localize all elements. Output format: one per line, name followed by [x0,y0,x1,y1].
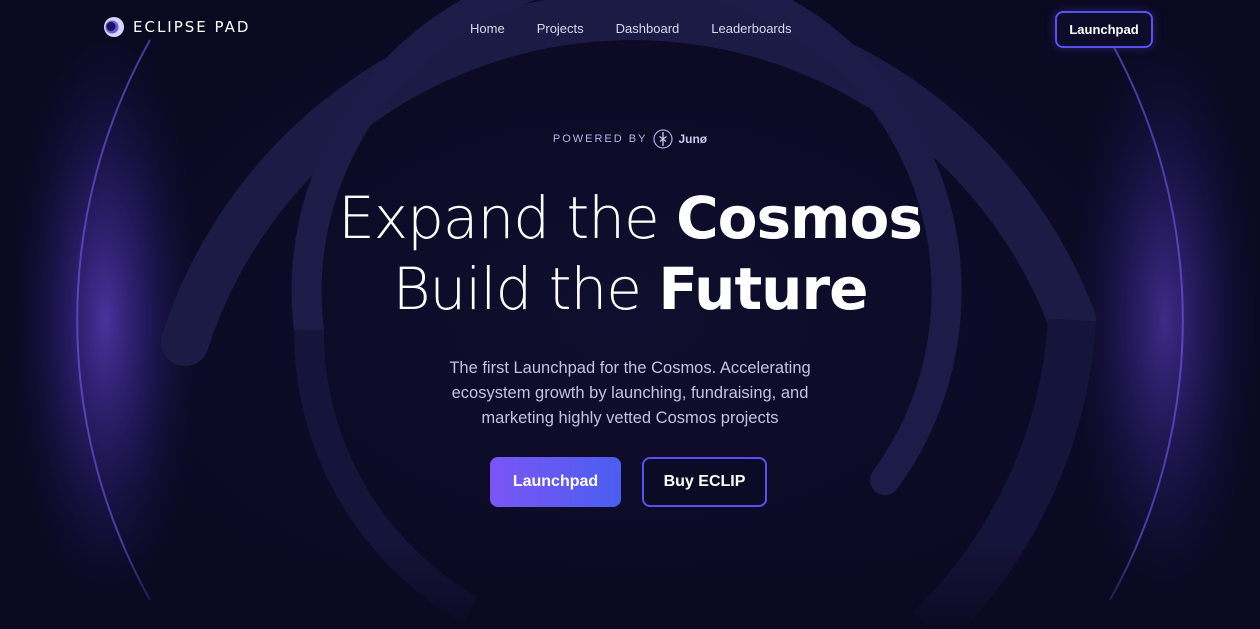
juno-name: Junø [678,132,708,146]
buy-eclip-button[interactable]: Buy ECLIP [642,457,767,507]
nav-dashboard[interactable]: Dashboard [616,21,680,36]
headline-line-1-light: Expand the [338,184,677,252]
brand-logo[interactable]: ECLIPSE PAD [103,16,250,38]
main-nav: Home Projects Dashboard Leaderboards [470,21,792,36]
juno-badge[interactable]: Junø [653,129,707,149]
nav-home[interactable]: Home [470,21,505,36]
nav-projects[interactable]: Projects [537,21,584,36]
headline-line-2-bold: Future [658,255,868,323]
powered-by-label: POWERED BY [552,133,648,145]
hero-subtitle: The first Launchpad for the Cosmos. Acce… [0,356,1260,431]
nav-launchpad-button[interactable]: Launchpad [1055,11,1153,48]
headline-line-2: Build the Future [0,260,1260,318]
eclipse-logo-icon [104,17,124,37]
headline-line-1-bold: Cosmos [676,184,923,252]
juno-logo-icon [653,129,674,149]
launchpad-button[interactable]: Launchpad [490,457,621,507]
subtitle-line-3: marketing highly vetted Cosmos projects [481,408,779,427]
landing-page: ECLIPSE PAD Home Projects Dashboard Lead… [0,0,1260,629]
headline-line-2-light: Build the [392,255,659,323]
headline-line-1: Expand the Cosmos [0,189,1260,247]
nav-leaderboards[interactable]: Leaderboards [711,21,791,36]
right-glow [1070,20,1260,620]
subtitle-line-1: The first Launchpad for the Cosmos. Acce… [449,358,811,377]
brand-name: ECLIPSE PAD [133,18,251,36]
subtitle-line-2: ecosystem growth by launching, fundraisi… [451,383,809,402]
powered-by: POWERED BY Junø [0,129,1260,149]
bottom-fade [0,540,1260,629]
